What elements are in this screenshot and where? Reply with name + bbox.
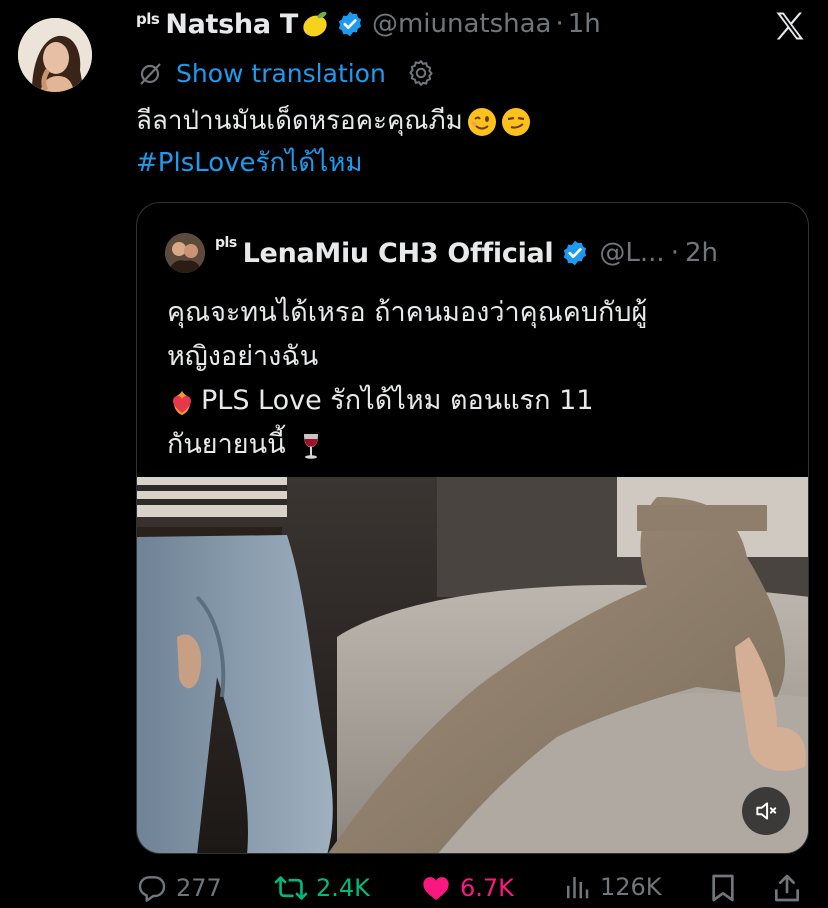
heart-icon [423, 877, 449, 900]
author-avatar[interactable] [18, 18, 92, 92]
retweet-button[interactable]: 2.4K [274, 872, 370, 904]
like-count: 6.7K [460, 874, 514, 902]
bookmark-icon [712, 874, 734, 902]
mute-button[interactable] [742, 787, 790, 835]
share-icon [775, 874, 800, 902]
view-count: 126K [600, 873, 662, 901]
winking-face-emoji-icon [467, 107, 497, 137]
heart-on-fire-emoji-icon [167, 387, 197, 417]
reply-count: 277 [176, 874, 222, 902]
show-translation-link[interactable]: Show translation [176, 59, 386, 88]
tweet-body: ลีลาป่านมันเด็ดหรอคะคุณภีม #PlsLoveรักได… [136, 100, 531, 184]
pls-tag: pls [136, 10, 160, 28]
retweet-count: 2.4K [316, 874, 370, 902]
verified-badge-icon [336, 10, 364, 38]
translation-row: Show translation [136, 56, 436, 90]
quoted-verified-badge-icon [561, 239, 589, 267]
lemon-emoji-icon [300, 9, 330, 39]
share-button[interactable] [772, 872, 802, 904]
author-handle[interactable]: @miunatshaa [372, 9, 552, 39]
tweet-header: pls Natsha T @miunatshaa · 1h [136, 4, 601, 44]
x-logo-icon[interactable] [772, 8, 808, 44]
gear-icon[interactable] [406, 58, 436, 88]
tweet-actions-bar: 277 2.4K 6.7K 126K [136, 868, 808, 908]
quoted-text-line: คุณจะทนได้เหรอ ถ้าคนมองว่าคุณคบกับผู้ [167, 297, 648, 328]
quoted-separator-dot: · [670, 238, 679, 268]
separator-dot: · [555, 9, 564, 39]
quoted-author-name[interactable]: LenaMiu CH3 Official [243, 238, 554, 269]
reply-icon [138, 876, 166, 902]
quoted-text-line: PLS Love รักได้ไหม ตอนแรก 11 [201, 385, 594, 416]
smirking-face-emoji-icon [501, 107, 531, 137]
author-name[interactable]: Natsha T [165, 9, 298, 40]
video-thumbnail[interactable] [137, 477, 808, 853]
quoted-text-line: กันยายนนี้ [167, 429, 286, 460]
translate-icon[interactable] [136, 59, 164, 87]
like-button[interactable]: 6.7K [420, 872, 514, 904]
quoted-author-avatar[interactable] [165, 233, 205, 273]
retweet-icon [274, 876, 308, 900]
reply-button[interactable]: 277 [136, 872, 222, 904]
quoted-tweet-body: คุณจะทนได้เหรอ ถ้าคนมองว่าคุณคบกับผู้ หญ… [167, 291, 647, 467]
tweet-text-line: ลีลาป่านมันเด็ดหรอคะคุณภีม [136, 106, 463, 136]
quoted-text-line: หญิงอย่างฉัน [167, 341, 319, 372]
hashtag-link[interactable]: #PlsLoveรักได้ไหม [136, 142, 531, 184]
quoted-tweet-card[interactable]: pls LenaMiu CH3 Official @L... · 2h คุณจ… [136, 202, 809, 854]
bookmark-button[interactable] [708, 872, 738, 904]
wine-glass-emoji-icon [296, 431, 326, 461]
quoted-pls-tag: pls [215, 235, 237, 251]
tweet-time[interactable]: 1h [568, 9, 601, 39]
views-button[interactable]: 126K [562, 872, 662, 902]
quoted-tweet-header: pls LenaMiu CH3 Official @L... · 2h [165, 233, 718, 273]
speaker-icon [756, 802, 777, 820]
views-icon [567, 877, 589, 899]
quoted-author-handle[interactable]: @L... [599, 238, 664, 268]
quoted-tweet-time[interactable]: 2h [685, 238, 718, 268]
